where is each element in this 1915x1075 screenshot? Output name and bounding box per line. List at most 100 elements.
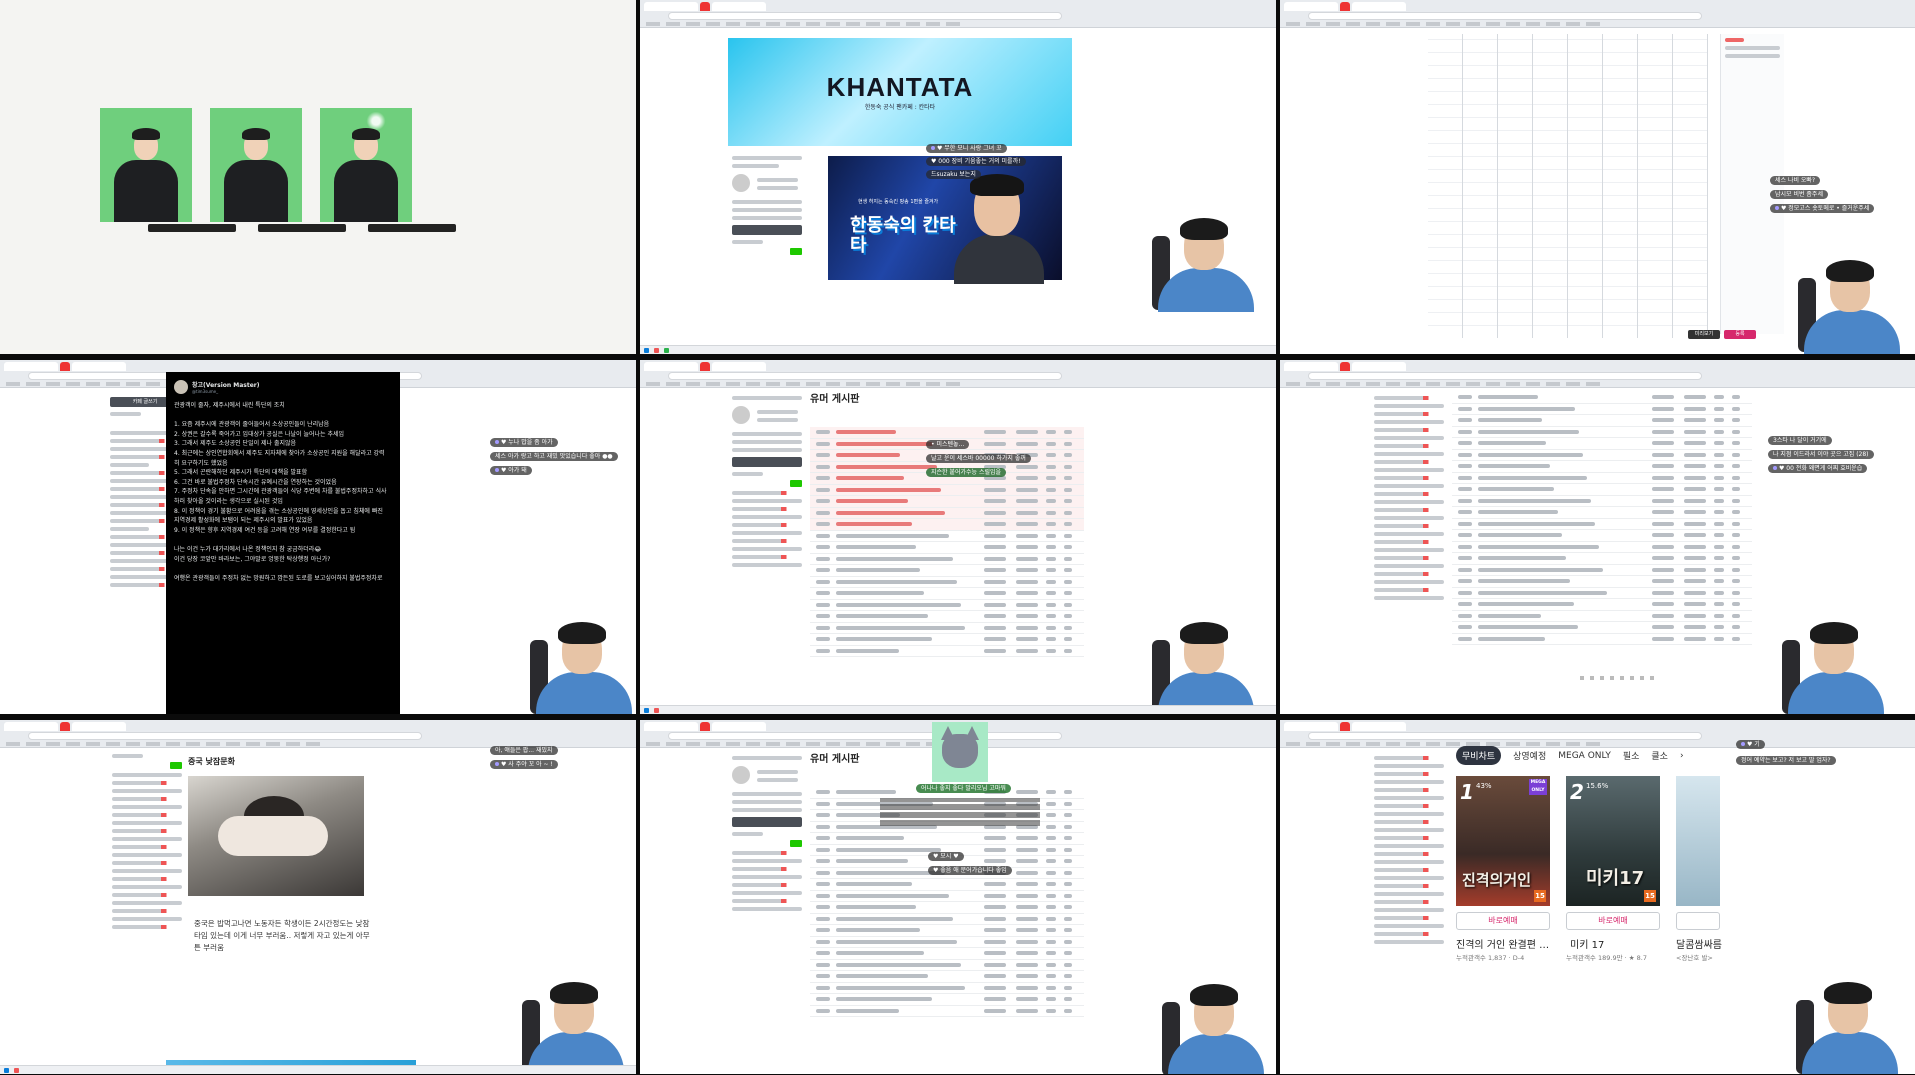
cafe-write-button[interactable] bbox=[732, 457, 802, 467]
tab-filso[interactable]: 필소 bbox=[1623, 749, 1640, 762]
table-row[interactable] bbox=[810, 519, 1084, 531]
url-bar[interactable] bbox=[668, 372, 1063, 380]
submit-button[interactable]: 등록 bbox=[1724, 330, 1756, 339]
table-row[interactable] bbox=[810, 902, 1084, 914]
chevron-right-icon[interactable]: › bbox=[1680, 751, 1684, 761]
movie-share: 15.6% bbox=[1586, 782, 1609, 790]
table-row[interactable] bbox=[810, 925, 1084, 937]
tweet-line: 이건 당장 코앞만 바라보는, 그야말로 엉뚱한 탁상행정 아닌가? bbox=[174, 555, 331, 563]
table-row[interactable] bbox=[810, 531, 1084, 542]
table-row[interactable] bbox=[810, 496, 1084, 508]
table-row[interactable] bbox=[810, 994, 1084, 1006]
chat-green-button[interactable] bbox=[790, 248, 802, 255]
table-row[interactable] bbox=[810, 879, 1084, 891]
table-row[interactable] bbox=[810, 565, 1084, 577]
table-row[interactable] bbox=[810, 948, 1084, 960]
movie-title-1[interactable]: 진격의 거인 완결편 … bbox=[1456, 936, 1549, 951]
table-row[interactable] bbox=[810, 577, 1084, 588]
table-row[interactable] bbox=[810, 588, 1084, 600]
movie-title-3[interactable]: 달콤쌈싸름 bbox=[1676, 936, 1722, 951]
webcam-overlay bbox=[1796, 260, 1906, 354]
tweet-line: 9. 이 정책은 향후 지역경제 여건 등을 고려해 연장 여부를 결정한다고 … bbox=[174, 526, 356, 534]
table-row[interactable] bbox=[810, 600, 1084, 611]
board-title: 유머 게시판 bbox=[810, 394, 860, 405]
url-bar[interactable] bbox=[1308, 732, 1703, 740]
table-row[interactable] bbox=[810, 542, 1084, 554]
table-row[interactable] bbox=[1452, 611, 1752, 622]
tweet-line: 8. 이 정책이 경기 불황으로 어려움을 겪는 소상공인에 영세상인을 돕고 … bbox=[174, 507, 383, 515]
cafe-banner[interactable]: KHANTATA 한동숙 공식 팬카페 : 칸타타 bbox=[728, 38, 1072, 146]
table-row[interactable] bbox=[810, 484, 1084, 496]
mega-only-badge: MEGA ONLY bbox=[1529, 779, 1547, 795]
table-row[interactable] bbox=[1452, 507, 1752, 519]
tab-moviechart[interactable]: 무비차트 bbox=[1456, 746, 1502, 765]
url-bar[interactable] bbox=[28, 732, 423, 740]
reserve-button-3[interactable] bbox=[1676, 912, 1720, 930]
table-row[interactable] bbox=[1452, 496, 1752, 507]
table-row[interactable] bbox=[810, 507, 1084, 519]
url-bar[interactable] bbox=[668, 12, 1063, 20]
cafe-write-button[interactable] bbox=[732, 225, 802, 235]
cafe-write-button[interactable] bbox=[732, 817, 802, 827]
table-row[interactable] bbox=[1452, 427, 1752, 438]
table-row[interactable] bbox=[810, 960, 1084, 971]
table-row[interactable] bbox=[1452, 634, 1752, 645]
chat-message: ♥ 아가 돼 bbox=[490, 466, 532, 475]
panel-humor-board-2: 유머 게시판 어나나 좋지 좋다 말리오님 고마워 ♥ 모시 ♥ ♥ 좋음 애 … bbox=[640, 720, 1276, 1074]
movie-poster-2[interactable]: 2 15.6% 미키17 15 bbox=[1566, 776, 1660, 906]
table-row[interactable] bbox=[1452, 415, 1752, 427]
table-row[interactable] bbox=[810, 427, 1084, 439]
table-row[interactable] bbox=[1452, 588, 1752, 599]
reserve-button-1[interactable]: 바로예매 bbox=[1456, 912, 1550, 930]
url-bar[interactable] bbox=[1308, 372, 1703, 380]
chat-message: 세스 아가 랑고 하고 재밌 맛있습니다 좋아 ●● bbox=[490, 452, 618, 461]
table-row[interactable] bbox=[1452, 404, 1752, 415]
table-row[interactable] bbox=[1452, 622, 1752, 634]
tweet-line: 5. 그래서 곤란해하던 제주시가 특단의 대책을 발표함 bbox=[174, 469, 308, 477]
table-row[interactable] bbox=[810, 611, 1084, 623]
table-row[interactable] bbox=[1452, 473, 1752, 484]
table-row[interactable] bbox=[1452, 553, 1752, 565]
movie-meta-3: <장난호 발> bbox=[1676, 954, 1713, 962]
table-row[interactable] bbox=[1452, 461, 1752, 473]
chat-green-button[interactable] bbox=[790, 840, 802, 847]
movie-tabs: 무비차트 상영예정 MEGA ONLY 필소 클소 › bbox=[1456, 746, 1684, 765]
table-row[interactable] bbox=[1452, 565, 1752, 576]
table-row[interactable] bbox=[1452, 450, 1752, 461]
movie-poster-3[interactable] bbox=[1676, 776, 1720, 906]
table-row[interactable] bbox=[810, 554, 1084, 565]
chat-message: ♥ 좋음 애 문어가습니다 좋임 bbox=[928, 866, 1012, 875]
table-row[interactable] bbox=[810, 971, 1084, 983]
tab-keulso[interactable]: 클소 bbox=[1651, 749, 1668, 762]
table-row[interactable] bbox=[810, 937, 1084, 948]
url-bar[interactable] bbox=[1308, 12, 1703, 20]
movie-poster-1[interactable]: 1 43% MEGA ONLY 진격의거인 15 bbox=[1456, 776, 1550, 906]
url-bar[interactable] bbox=[668, 732, 1063, 740]
taskbar bbox=[0, 1065, 636, 1074]
table-row[interactable] bbox=[1452, 530, 1752, 542]
table-row[interactable] bbox=[1452, 438, 1752, 450]
chat-text-block bbox=[880, 798, 1040, 826]
preview-button[interactable]: 미리보기 bbox=[1688, 330, 1720, 339]
pagination[interactable] bbox=[1580, 676, 1660, 680]
table-row[interactable] bbox=[1452, 519, 1752, 530]
table-row[interactable] bbox=[810, 914, 1084, 925]
tab-upcoming[interactable]: 상영예정 bbox=[1513, 749, 1546, 762]
movie-title-2[interactable]: 미키 17 bbox=[1570, 936, 1604, 951]
table-row[interactable] bbox=[1452, 392, 1752, 404]
table-row[interactable] bbox=[1452, 576, 1752, 588]
table-row[interactable] bbox=[1452, 599, 1752, 611]
table-row[interactable] bbox=[810, 1006, 1084, 1017]
table-row[interactable] bbox=[810, 623, 1084, 634]
table-row[interactable] bbox=[1452, 484, 1752, 496]
table-row[interactable] bbox=[810, 833, 1084, 845]
table-row[interactable] bbox=[810, 891, 1084, 902]
table-row[interactable] bbox=[810, 634, 1084, 646]
tab-mega-only[interactable]: MEGA ONLY bbox=[1558, 751, 1611, 761]
table-row[interactable] bbox=[810, 646, 1084, 657]
table-row[interactable] bbox=[810, 983, 1084, 994]
table-row[interactable] bbox=[1452, 542, 1752, 553]
reserve-button-2[interactable]: 바로예매 bbox=[1566, 912, 1660, 930]
chat-green-button[interactable] bbox=[790, 480, 802, 487]
chat-green-button[interactable] bbox=[170, 762, 182, 769]
